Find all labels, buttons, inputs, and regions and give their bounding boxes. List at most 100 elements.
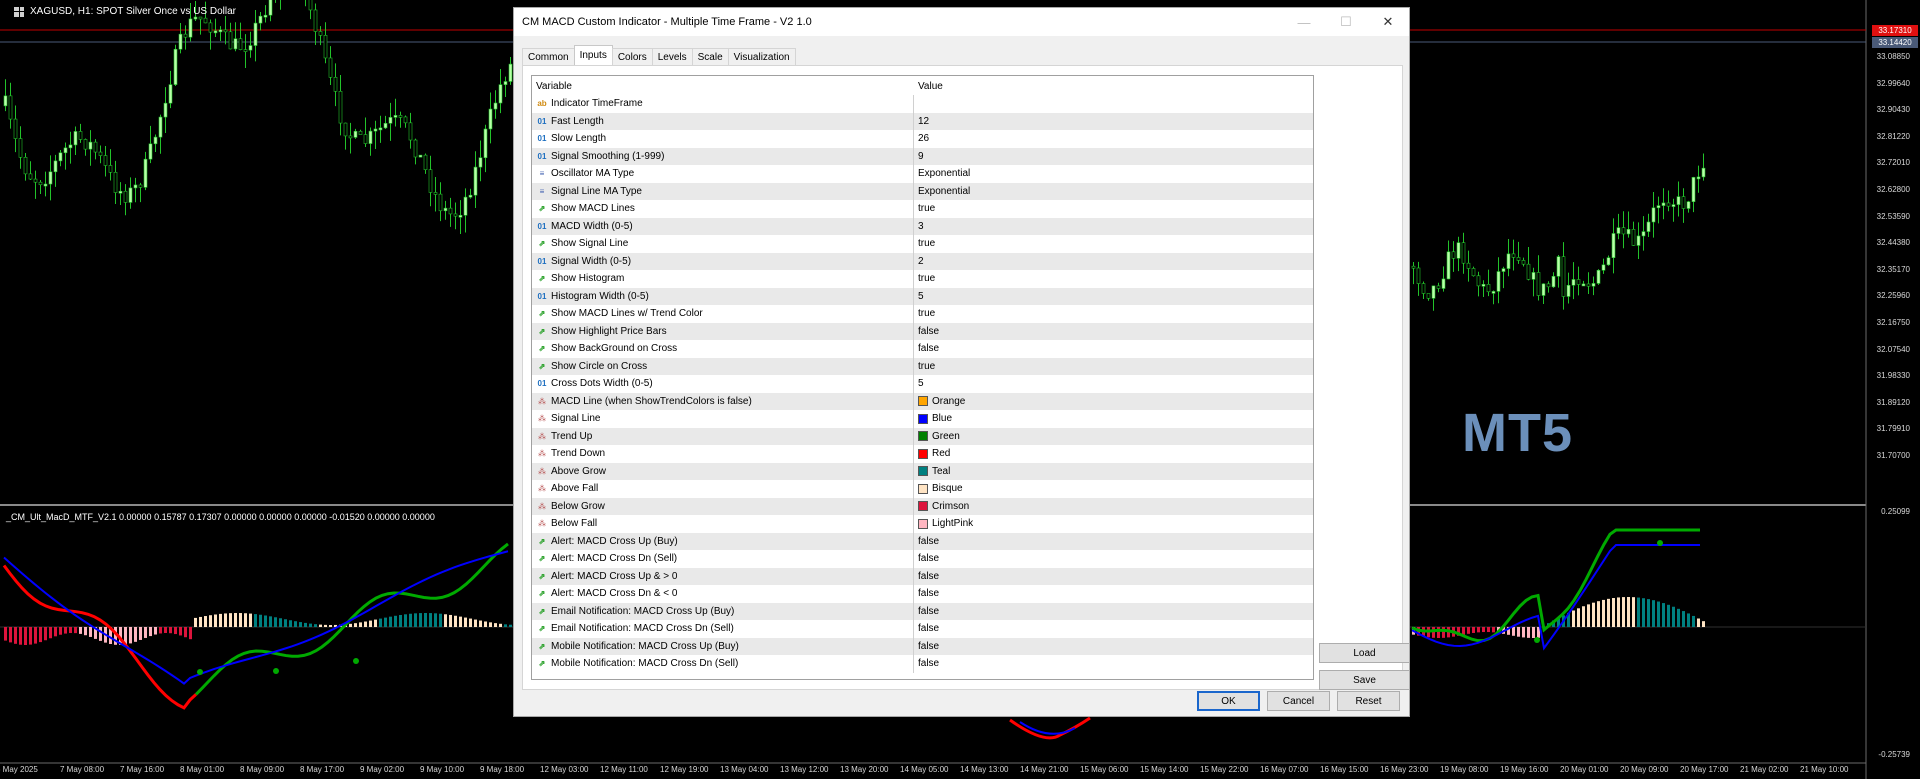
input-row[interactable]: 01 Slow Length 26 <box>532 130 1313 148</box>
load-button[interactable]: Load <box>1319 643 1410 663</box>
candle-body <box>1471 268 1476 277</box>
input-row[interactable]: 01 Cross Dots Width (0-5) 5 <box>532 375 1313 393</box>
color-swatch[interactable] <box>918 466 928 477</box>
value-cell[interactable]: false <box>914 620 1313 638</box>
value-cell[interactable]: LightPink <box>914 515 1313 533</box>
value-cell[interactable]: 5 <box>914 288 1313 306</box>
input-row[interactable]: ⇗ Alert: MACD Cross Up (Buy) false <box>532 532 1313 551</box>
tab-levels[interactable]: Levels <box>651 48 693 66</box>
input-row[interactable]: ⇗ Alert: MACD Cross Up & > 0 false <box>532 567 1313 586</box>
input-row[interactable]: ⁂ Above Grow Teal <box>532 462 1313 481</box>
color-swatch[interactable] <box>918 518 928 529</box>
input-row[interactable]: ≡ Oscillator MA Type Exponential <box>532 165 1313 183</box>
value-cell[interactable]: Exponential <box>914 165 1313 183</box>
input-row[interactable]: ⇗ Show BackGround on Cross false <box>532 340 1313 358</box>
value-cell[interactable]: Exponential <box>914 183 1313 201</box>
value-cell[interactable]: 9 <box>914 148 1313 166</box>
value-cell[interactable]: 26 <box>914 130 1313 148</box>
input-row[interactable]: ⇗ Show MACD Lines w/ Trend Color true <box>532 305 1313 323</box>
input-row[interactable]: ⁂ Trend Up Green <box>532 427 1313 446</box>
value-cell[interactable]: Bisque <box>914 480 1313 498</box>
tab-scale[interactable]: Scale <box>691 48 729 66</box>
minimize-button[interactable]: — <box>1283 8 1325 36</box>
histogram-bar <box>1592 602 1595 627</box>
value-cell[interactable]: true <box>914 270 1313 288</box>
input-row[interactable]: ⇗ Mobile Notification: MACD Cross Dn (Sel… <box>532 655 1313 673</box>
input-row[interactable]: ⇗ Show Histogram true <box>532 270 1313 288</box>
input-row[interactable]: ⁂ Signal Line Blue <box>532 410 1313 428</box>
variable-name: Slow Length <box>551 133 607 145</box>
value-cell[interactable]: Teal <box>914 463 1313 481</box>
input-row[interactable]: 01 Fast Length 12 <box>532 112 1313 131</box>
column-header-value[interactable]: Value <box>914 76 1313 95</box>
input-row[interactable]: ⇗ Email Notification: MACD Cross Dn (Sell… <box>532 620 1313 638</box>
input-row[interactable]: ⇗ Mobile Notification: MACD Cross Up (Buy… <box>532 637 1313 656</box>
tab-colors[interactable]: Colors <box>611 48 653 66</box>
input-row[interactable]: ⇗ Alert: MACD Cross Dn (Sell) false <box>532 550 1313 568</box>
input-row[interactable]: ⁂ Below Grow Crimson <box>532 497 1313 516</box>
value-cell[interactable]: false <box>914 323 1313 341</box>
input-row[interactable]: ⇗ Show Highlight Price Bars false <box>532 322 1313 341</box>
value-cell[interactable]: Green <box>914 428 1313 446</box>
input-row[interactable]: 01 MACD Width (0-5) 3 <box>532 217 1313 236</box>
value-cell[interactable]: false <box>914 638 1313 656</box>
input-row[interactable]: ⇗ Alert: MACD Cross Dn & < 0 false <box>532 585 1313 603</box>
value-cell[interactable]: 12 <box>914 113 1313 131</box>
input-row[interactable]: ⇗ Show Circle on Cross true <box>532 357 1313 376</box>
input-row[interactable]: ⇗ Show Signal Line true <box>532 235 1313 253</box>
value-cell[interactable]: false <box>914 568 1313 586</box>
value-cell[interactable]: false <box>914 533 1313 551</box>
ok-button[interactable]: OK <box>1197 691 1260 711</box>
value-cell[interactable] <box>914 95 1313 113</box>
input-row[interactable]: ≡ Signal Line MA Type Exponential <box>532 182 1313 201</box>
value-cell[interactable]: Crimson <box>914 498 1313 516</box>
value-cell[interactable]: false <box>914 585 1313 603</box>
color-swatch[interactable] <box>918 396 928 407</box>
window-menu-icon[interactable] <box>14 6 24 17</box>
input-row[interactable]: ⁂ MACD Line (when ShowTrendColors is fals… <box>532 392 1313 411</box>
reset-button[interactable]: Reset <box>1337 691 1400 711</box>
input-row[interactable]: ⁂ Trend Down Red <box>532 445 1313 463</box>
value-cell[interactable]: Blue <box>914 410 1313 428</box>
price-axis[interactable]: 33.08850 32.99640 32.90430 32.81220 32.72010… <box>1866 0 1920 779</box>
value-cell[interactable]: false <box>914 340 1313 358</box>
value-cell[interactable]: 3 <box>914 218 1313 236</box>
input-row[interactable]: 01 Histogram Width (0-5) 5 <box>532 287 1313 306</box>
value-cell[interactable]: false <box>914 603 1313 621</box>
maximize-button[interactable]: ☐ <box>1325 8 1367 36</box>
color-swatch[interactable] <box>918 501 928 512</box>
tab-visualization[interactable]: Visualization <box>727 48 796 66</box>
value-cell[interactable]: true <box>914 358 1313 376</box>
value-cell[interactable]: 2 <box>914 253 1313 271</box>
save-button[interactable]: Save <box>1319 670 1410 690</box>
color-swatch[interactable] <box>918 483 928 494</box>
color-swatch[interactable] <box>918 448 928 459</box>
color-swatch[interactable] <box>918 431 928 442</box>
value-cell[interactable]: 5 <box>914 375 1313 393</box>
input-row[interactable]: 01 Signal Width (0-5) 2 <box>532 252 1313 271</box>
value-cell[interactable]: true <box>914 200 1313 218</box>
input-row[interactable]: ⇗ Show MACD Lines true <box>532 200 1313 218</box>
value-cell[interactable]: true <box>914 235 1313 253</box>
input-row[interactable]: ⁂ Above Fall Bisque <box>532 480 1313 498</box>
dialog-titlebar[interactable]: CM MACD Custom Indicator - Multiple Time… <box>514 8 1409 36</box>
time-axis[interactable]: 6 May 2025 7 May 08:00 7 May 16:00 8 May 01… <box>0 764 1866 779</box>
input-row[interactable]: 01 Signal Smoothing (1-999) 9 <box>532 147 1313 166</box>
price-tick-label: 31.79910 <box>1876 424 1910 434</box>
input-row[interactable]: ⇗ Email Notification: MACD Cross Up (Buy)… <box>532 602 1313 621</box>
tab-inputs[interactable]: Inputs <box>573 45 613 66</box>
input-row[interactable]: ab Indicator TimeFrame <box>532 95 1313 113</box>
tab-common[interactable]: Common <box>522 48 575 66</box>
value-cell[interactable]: Orange <box>914 393 1313 411</box>
close-button[interactable]: ✕ <box>1367 8 1409 36</box>
cancel-button[interactable]: Cancel <box>1267 691 1330 711</box>
time-tick-label: 9 May 02:00 <box>360 765 405 774</box>
column-header-variable[interactable]: Variable <box>532 76 914 95</box>
value-text: Crimson <box>932 500 970 512</box>
value-cell[interactable]: false <box>914 655 1313 673</box>
color-swatch[interactable] <box>918 413 928 424</box>
value-cell[interactable]: Red <box>914 445 1313 463</box>
input-row[interactable]: ⁂ Below Fall LightPink <box>532 515 1313 533</box>
value-cell[interactable]: true <box>914 305 1313 323</box>
value-cell[interactable]: false <box>914 550 1313 568</box>
